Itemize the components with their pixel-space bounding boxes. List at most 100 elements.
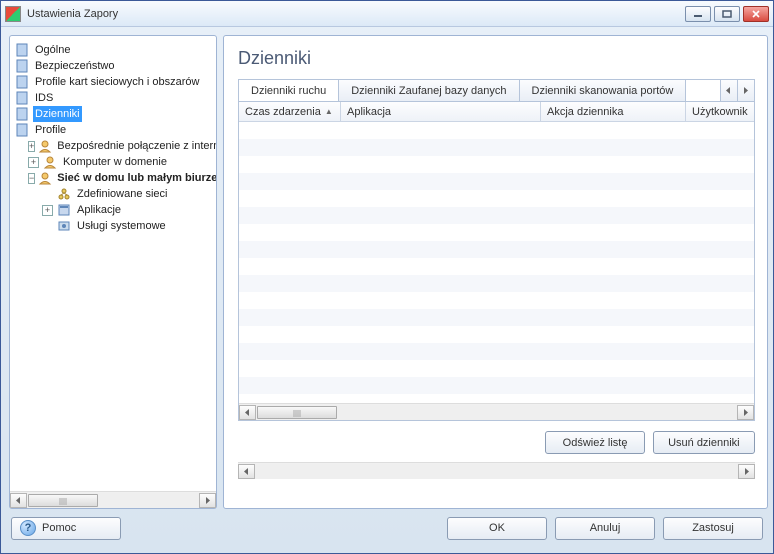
page-icon	[14, 58, 30, 74]
log-table: Czas zdarzenia ▲ Aplikacja Akcja dzienni…	[238, 101, 755, 421]
tree-label: Dzienniki	[33, 106, 82, 122]
scroll-right-button[interactable]	[738, 464, 755, 479]
ok-button[interactable]: OK	[447, 517, 547, 540]
tab-traffic-logs[interactable]: Dzienniki ruchu	[239, 80, 339, 101]
tree-item-home-network[interactable]: − Sieć w domu lub małym biurze	[14, 170, 216, 186]
scroll-right-button[interactable]	[737, 405, 754, 420]
tree-item-system-services[interactable]: Usługi systemowe	[14, 218, 216, 234]
network-icon	[56, 186, 72, 202]
scroll-thumb[interactable]	[257, 406, 337, 419]
table-row	[239, 360, 754, 377]
scroll-track[interactable]	[256, 405, 737, 420]
column-header-event-time[interactable]: Czas zdarzenia ▲	[239, 102, 341, 121]
titlebar: Ustawienia Zapory	[1, 1, 773, 27]
scroll-track[interactable]	[255, 464, 738, 479]
table-body	[239, 122, 754, 403]
tree-label: Ogólne	[33, 42, 72, 58]
column-header-log-action[interactable]: Akcja dziennika	[541, 102, 686, 121]
table-row	[239, 207, 754, 224]
tree-item-security[interactable]: Bezpieczeństwo	[14, 58, 216, 74]
table-row	[239, 139, 754, 156]
apply-button[interactable]: Zastosuj	[663, 517, 763, 540]
tree-item-domain-computer[interactable]: + Komputer w domenie	[14, 154, 216, 170]
table-row	[239, 241, 754, 258]
button-label: Pomoc	[42, 522, 76, 534]
tab-label: Dzienniki Zaufanej bazy danych	[351, 85, 506, 97]
sort-asc-icon: ▲	[325, 107, 333, 116]
table-row	[239, 343, 754, 360]
tree-label: Sieć w domu lub małym biurze	[55, 170, 216, 186]
button-label: OK	[489, 522, 505, 534]
window-title: Ustawienia Zapory	[27, 8, 685, 20]
expand-toggle[interactable]: +	[28, 157, 39, 168]
button-label: Anuluj	[590, 522, 621, 534]
scroll-left-button[interactable]	[239, 405, 256, 420]
tree-item-general[interactable]: Ogólne	[14, 42, 216, 58]
maximize-button[interactable]	[714, 6, 740, 22]
expand-toggle[interactable]: +	[42, 205, 53, 216]
services-icon	[56, 218, 72, 234]
column-label: Aplikacja	[347, 106, 391, 118]
page-icon	[14, 90, 30, 106]
expand-spacer	[42, 221, 53, 232]
button-label: Zastosuj	[692, 522, 734, 534]
table-row	[239, 190, 754, 207]
page-icon	[14, 106, 30, 122]
table-horizontal-scrollbar[interactable]	[239, 403, 754, 420]
sidebar-panel: Ogólne Bezpieczeństwo Profile kart sieci…	[9, 35, 217, 509]
close-button[interactable]	[743, 6, 769, 22]
applications-icon	[56, 202, 72, 218]
tree-item-applications[interactable]: + Aplikacje	[14, 202, 216, 218]
scroll-track[interactable]	[27, 493, 199, 508]
person-icon	[42, 154, 58, 170]
tree-label: Profile	[33, 122, 68, 138]
table-row	[239, 156, 754, 173]
minimize-button[interactable]	[685, 6, 711, 22]
scroll-thumb[interactable]	[28, 494, 98, 507]
tab-port-scan-logs[interactable]: Dzienniki skanowania portów	[520, 80, 687, 101]
table-row	[239, 224, 754, 241]
tree-item-direct-connection[interactable]: + Bezpośrednie połączenie z internetem	[14, 138, 216, 154]
tab-trusted-db-logs[interactable]: Dzienniki Zaufanej bazy danych	[339, 80, 519, 101]
clear-logs-button[interactable]: Usuń dzienniki	[653, 431, 755, 454]
tree-label: Bezpośrednie połączenie z internetem	[55, 138, 216, 154]
tree-label: Zdefiniowane sieci	[75, 186, 170, 202]
column-label: Użytkownik	[692, 106, 748, 118]
cancel-button[interactable]: Anuluj	[555, 517, 655, 540]
table-row	[239, 309, 754, 326]
table-row	[239, 173, 754, 190]
sidebar-horizontal-scrollbar[interactable]	[10, 491, 216, 508]
table-row	[239, 122, 754, 139]
person-icon	[38, 170, 52, 186]
person-icon	[38, 138, 52, 154]
column-header-application[interactable]: Aplikacja	[341, 102, 541, 121]
window: Ustawienia Zapory Ogólne Bezpieczeństwo	[0, 0, 774, 554]
section-title: Dzienniki	[238, 48, 755, 69]
column-label: Czas zdarzenia	[245, 106, 321, 118]
refresh-list-button[interactable]: Odśwież listę	[545, 431, 645, 454]
page-icon	[14, 122, 30, 138]
tree-item-logs[interactable]: Dzienniki	[14, 106, 216, 122]
window-controls	[685, 6, 769, 22]
footer-bar: ? Pomoc OK Anuluj Zastosuj	[1, 509, 773, 553]
content-area: Ogólne Bezpieczeństwo Profile kart sieci…	[1, 27, 773, 509]
tree-item-defined-networks[interactable]: Zdefiniowane sieci	[14, 186, 216, 202]
tree-label: IDS	[33, 90, 55, 106]
tree-item-ids[interactable]: IDS	[14, 90, 216, 106]
settings-tree: Ogólne Bezpieczeństwo Profile kart sieci…	[10, 36, 216, 491]
scroll-right-button[interactable]	[199, 493, 216, 508]
expand-toggle[interactable]: +	[28, 141, 35, 152]
button-label: Usuń dzienniki	[668, 437, 740, 449]
table-row	[239, 326, 754, 343]
help-button[interactable]: ? Pomoc	[11, 517, 121, 540]
expand-toggle[interactable]: −	[28, 173, 35, 184]
column-header-user[interactable]: Użytkownik	[686, 102, 754, 121]
tabs-scroll-left[interactable]	[721, 79, 738, 101]
scroll-left-button[interactable]	[10, 493, 27, 508]
tree-item-nic-profiles[interactable]: Profile kart sieciowych i obszarów	[14, 74, 216, 90]
tree-item-profiles[interactable]: Profile	[14, 122, 216, 138]
main-horizontal-scrollbar[interactable]	[238, 462, 755, 479]
scroll-left-button[interactable]	[238, 464, 255, 479]
tabs-scroll-right[interactable]	[738, 79, 755, 101]
panel-buttons: Odśwież listę Usuń dzienniki	[238, 431, 755, 454]
